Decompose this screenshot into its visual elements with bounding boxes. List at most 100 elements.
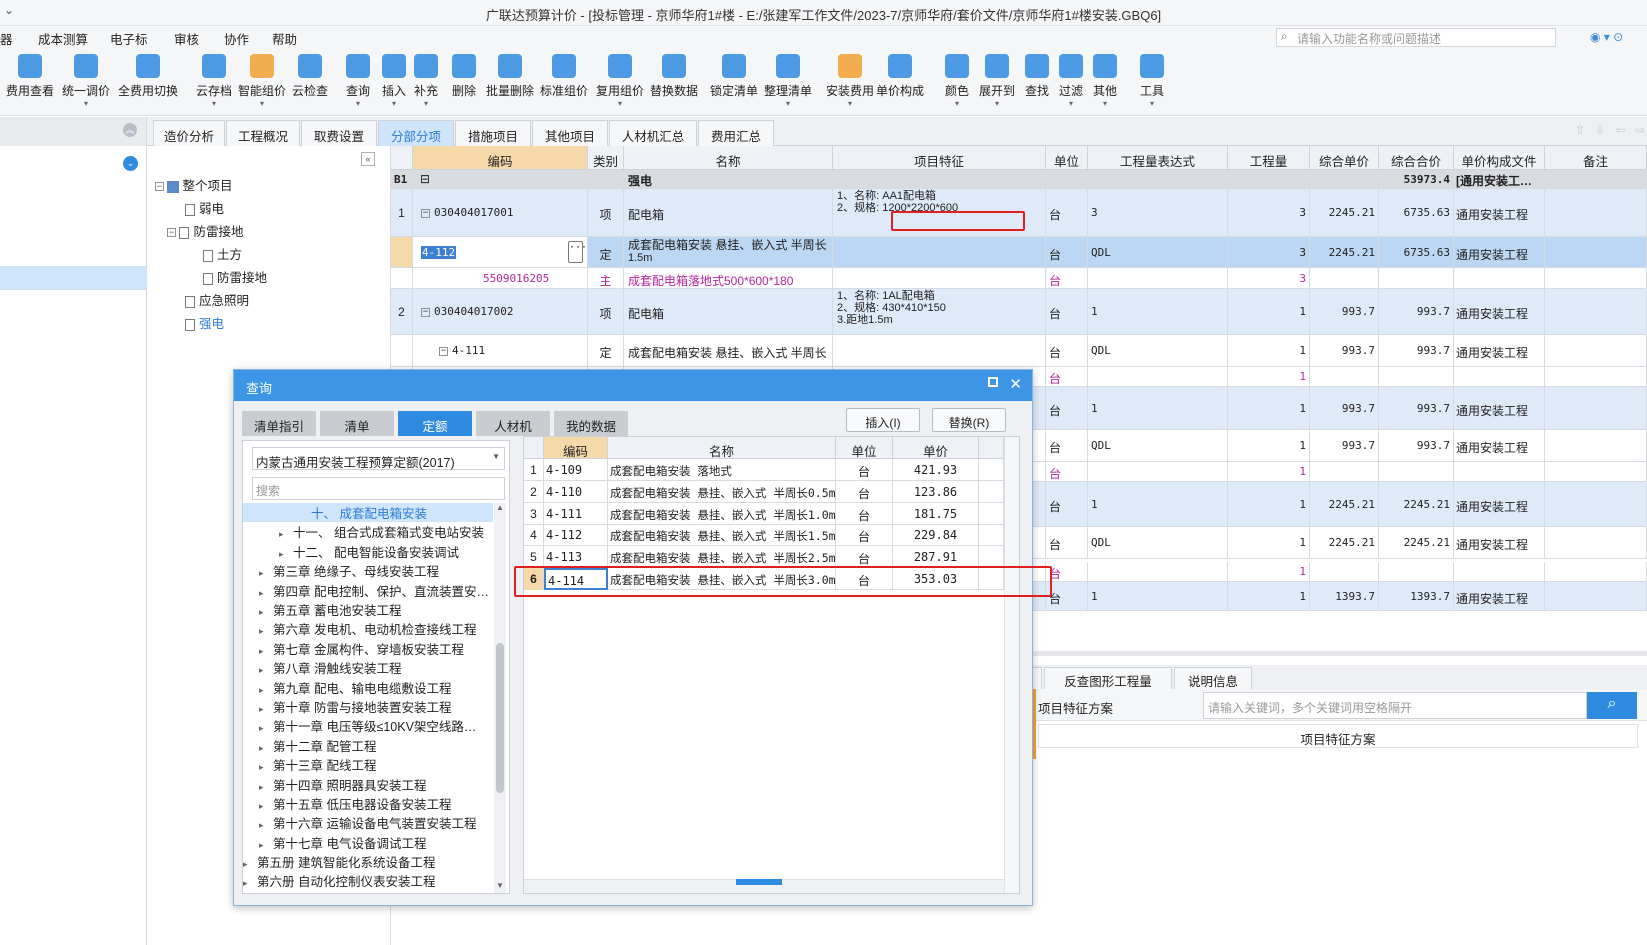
find-button[interactable]: 查找 bbox=[1025, 52, 1049, 114]
col-unit-header[interactable]: 单位 bbox=[1046, 146, 1088, 170]
collapse-icon[interactable]: − bbox=[421, 307, 430, 317]
row-expr[interactable] bbox=[1088, 562, 1228, 581]
insert-button[interactable]: 插入(I) bbox=[846, 408, 920, 432]
full-cost-switch-button[interactable]: 全费用切换 bbox=[118, 52, 178, 114]
collapse-icon[interactable]: − bbox=[167, 228, 176, 238]
dialog-tab-my-data[interactable]: 我的数据 bbox=[554, 411, 628, 436]
quota-tree-item[interactable]: 十、 成套配电箱安装 bbox=[243, 503, 493, 522]
quota-row-code[interactable]: 4-111 bbox=[544, 502, 608, 525]
quota-tree-item[interactable]: ▸ 第五章 蓄电池安装工程 bbox=[259, 600, 401, 619]
quota-tree-item[interactable]: ▸ 第七章 金属构件、穿墙板安装工程 bbox=[259, 639, 464, 658]
row-code[interactable]: −030404017002 bbox=[413, 289, 588, 334]
quota-row[interactable]: 3 4-111 成套配电箱安装 悬挂、嵌入式 半周长1.0m 台 181.75 bbox=[524, 502, 1004, 525]
dialog-tab-guide[interactable]: 清单指引 bbox=[242, 411, 316, 436]
price-composition-button[interactable]: 单价构成 bbox=[876, 52, 924, 114]
quota-row[interactable]: 1 4-109 成套配电箱安装 落地式台 421.93 bbox=[524, 459, 1004, 481]
chevron-right-icon[interactable]: ▸ bbox=[259, 588, 273, 599]
row-expr[interactable]: 1 bbox=[1088, 387, 1228, 429]
chevron-right-icon[interactable]: ▸ bbox=[259, 801, 273, 812]
menu-item-help[interactable]: 帮助 bbox=[272, 29, 297, 48]
insert-button[interactable]: 插入 ▾ bbox=[382, 52, 406, 114]
quota-search-input[interactable]: 搜索 bbox=[252, 477, 505, 500]
col-price-header[interactable]: 综合单价 bbox=[1310, 146, 1379, 170]
query-button[interactable]: 查询 ▾ bbox=[346, 52, 370, 114]
quota-tree-item[interactable]: ▸ 第十一章 电压等级≤10KV架空线路… bbox=[259, 716, 476, 735]
chevron-right-icon[interactable]: ▸ bbox=[259, 607, 273, 618]
menu-item-cost-estimate[interactable]: 成本测算 bbox=[38, 29, 88, 48]
tab-items[interactable]: 分部分项 bbox=[378, 120, 454, 146]
chevron-right-icon[interactable]: ▸ bbox=[259, 685, 273, 696]
scrollbar-thumb[interactable] bbox=[496, 643, 504, 793]
row-code[interactable]: −4-111 bbox=[413, 335, 588, 366]
row-expr[interactable] bbox=[1088, 462, 1228, 481]
organize-list-button[interactable]: 整理清单 ▾ bbox=[764, 52, 812, 114]
replace-button[interactable]: 替换(R) bbox=[932, 408, 1006, 432]
col-qty-header[interactable]: 工程量 bbox=[1228, 146, 1310, 170]
standard-pricing-button[interactable]: 标准组价 bbox=[540, 52, 588, 114]
filter-button[interactable]: 过滤 ▾ bbox=[1059, 52, 1083, 114]
grid-row[interactable]: 2−030404017002 项配电箱 1、名称: 1AL配电箱 2、规格: 430*… bbox=[391, 289, 1647, 335]
chevron-right-icon[interactable]: ▸ bbox=[259, 782, 273, 793]
nav-selected-item[interactable] bbox=[0, 266, 147, 290]
menu-item-collaborate[interactable]: 协作 bbox=[224, 29, 249, 48]
dialog-tab-quota[interactable]: 定额 bbox=[398, 411, 472, 436]
tab-fee-summary[interactable]: 费用汇总 bbox=[698, 120, 774, 146]
splitter-handle[interactable] bbox=[736, 879, 782, 885]
chevron-right-icon[interactable]: ▸ bbox=[279, 529, 293, 540]
cost-view-button[interactable]: 费用查看 bbox=[6, 52, 54, 114]
cloud-archive-button[interactable]: 云存档 ▾ bbox=[196, 52, 232, 114]
smart-pricing-button[interactable]: 智能组价 ▾ bbox=[238, 52, 286, 114]
chevron-right-icon[interactable]: ▸ bbox=[259, 840, 273, 851]
quota-tree-item[interactable]: ▸ 第十三章 配线工程 bbox=[259, 755, 376, 774]
row-expr[interactable] bbox=[1088, 367, 1228, 386]
row-code[interactable]: 5509016205 bbox=[413, 268, 588, 288]
cloud-check-button[interactable]: 云检查 bbox=[292, 52, 328, 114]
delete-button[interactable]: 删除 bbox=[452, 52, 476, 114]
tree-root[interactable]: − 整个项目 bbox=[155, 175, 233, 194]
tools-button[interactable]: 工具 ▾ bbox=[1140, 52, 1164, 114]
nav-arrows-icon[interactable]: ⇧⇩⇦⇨ bbox=[1575, 123, 1647, 137]
lock-list-button[interactable]: 锁定清单 bbox=[710, 52, 758, 114]
maximize-icon[interactable] bbox=[988, 377, 998, 387]
feature-search-input[interactable]: 请输入关键词，多个关键词用空格隔开 bbox=[1203, 692, 1587, 719]
row-expr[interactable]: 1 bbox=[1088, 582, 1228, 610]
chevron-right-icon[interactable]: ▸ bbox=[259, 723, 273, 734]
quota-row-code[interactable]: 4-109 bbox=[544, 459, 608, 481]
col-name-header[interactable]: 名称 bbox=[624, 146, 833, 170]
tab-other-items[interactable]: 其他项目 bbox=[532, 120, 608, 146]
chevron-right-icon[interactable]: ▸ bbox=[259, 704, 273, 715]
quota-tree-item[interactable]: ▸ 十二、 配电智能设备安装调试 bbox=[279, 542, 459, 561]
quota-row[interactable]: 5 4-113 成套配电箱安装 悬挂、嵌入式 半周长2.5m 台 287.91 bbox=[524, 546, 1004, 569]
tab-materials-summary[interactable]: 人材机汇总 bbox=[609, 120, 697, 146]
color-button[interactable]: 颜色 ▾ bbox=[945, 52, 969, 114]
chevron-right-icon[interactable]: ▸ bbox=[243, 878, 257, 889]
qcol-code-header[interactable]: 编码 bbox=[544, 437, 608, 459]
quota-tree-item[interactable]: ▸ 第六册 自动化控制仪表安装工程 bbox=[243, 871, 435, 890]
other-button[interactable]: 其他 ▾ bbox=[1093, 52, 1117, 114]
row-code[interactable]: 4-112 ··· bbox=[413, 237, 588, 267]
quota-tree-item[interactable]: ▸ 第九章 配电、输电电缆敷设工程 bbox=[259, 678, 451, 697]
chevron-right-icon[interactable]: ▸ bbox=[259, 646, 273, 657]
close-icon[interactable]: ✕ bbox=[1009, 375, 1022, 393]
row-expr[interactable]: QDL bbox=[1088, 430, 1228, 461]
ellipsis-button[interactable]: ··· bbox=[568, 241, 587, 263]
chevron-right-icon[interactable]: ▸ bbox=[259, 568, 273, 579]
quota-row-code[interactable]: 4-112 bbox=[544, 524, 608, 547]
dialog-title-bar[interactable]: 查询 ✕ bbox=[234, 370, 1032, 401]
supplement-button[interactable]: 补充 ▾ bbox=[414, 52, 438, 114]
quota-row[interactable]: 4 4-112 成套配电箱安装 悬挂、嵌入式 半周长1.5m 台 229.84 bbox=[524, 524, 1004, 547]
table-scrollbar[interactable] bbox=[1004, 437, 1019, 893]
batch-delete-button[interactable]: 批量删除 bbox=[486, 52, 534, 114]
col-index-header[interactable] bbox=[391, 146, 413, 170]
collapse-icon[interactable]: − bbox=[155, 182, 164, 192]
quota-tree-item[interactable]: ▸ 第十四章 照明器具安装工程 bbox=[259, 775, 426, 794]
dialog-tab-materials[interactable]: 人材机 bbox=[476, 411, 550, 436]
quota-tree-item[interactable]: ▸ 十一、 组合式成套箱式变电站安装 bbox=[279, 522, 484, 541]
chevron-right-icon[interactable]: ▸ bbox=[259, 665, 273, 676]
grid-row[interactable]: 5509016205 主成套配电箱落地式500*600*180 台 3 bbox=[391, 268, 1647, 289]
col-expr-header[interactable]: 工程量表达式 bbox=[1088, 146, 1228, 170]
account-icon[interactable]: ◉ ▾ ⊙ bbox=[1590, 30, 1623, 44]
grid-row[interactable]: 4-112 ··· 定成套配电箱安装 悬挂、嵌入式 半周长 1.5m 台 QDL 3 2245… bbox=[391, 237, 1647, 268]
tree-item-lightning-grounding-sub[interactable]: 防雷接地 bbox=[203, 267, 267, 286]
row-expr[interactable]: 1 bbox=[1088, 289, 1228, 334]
